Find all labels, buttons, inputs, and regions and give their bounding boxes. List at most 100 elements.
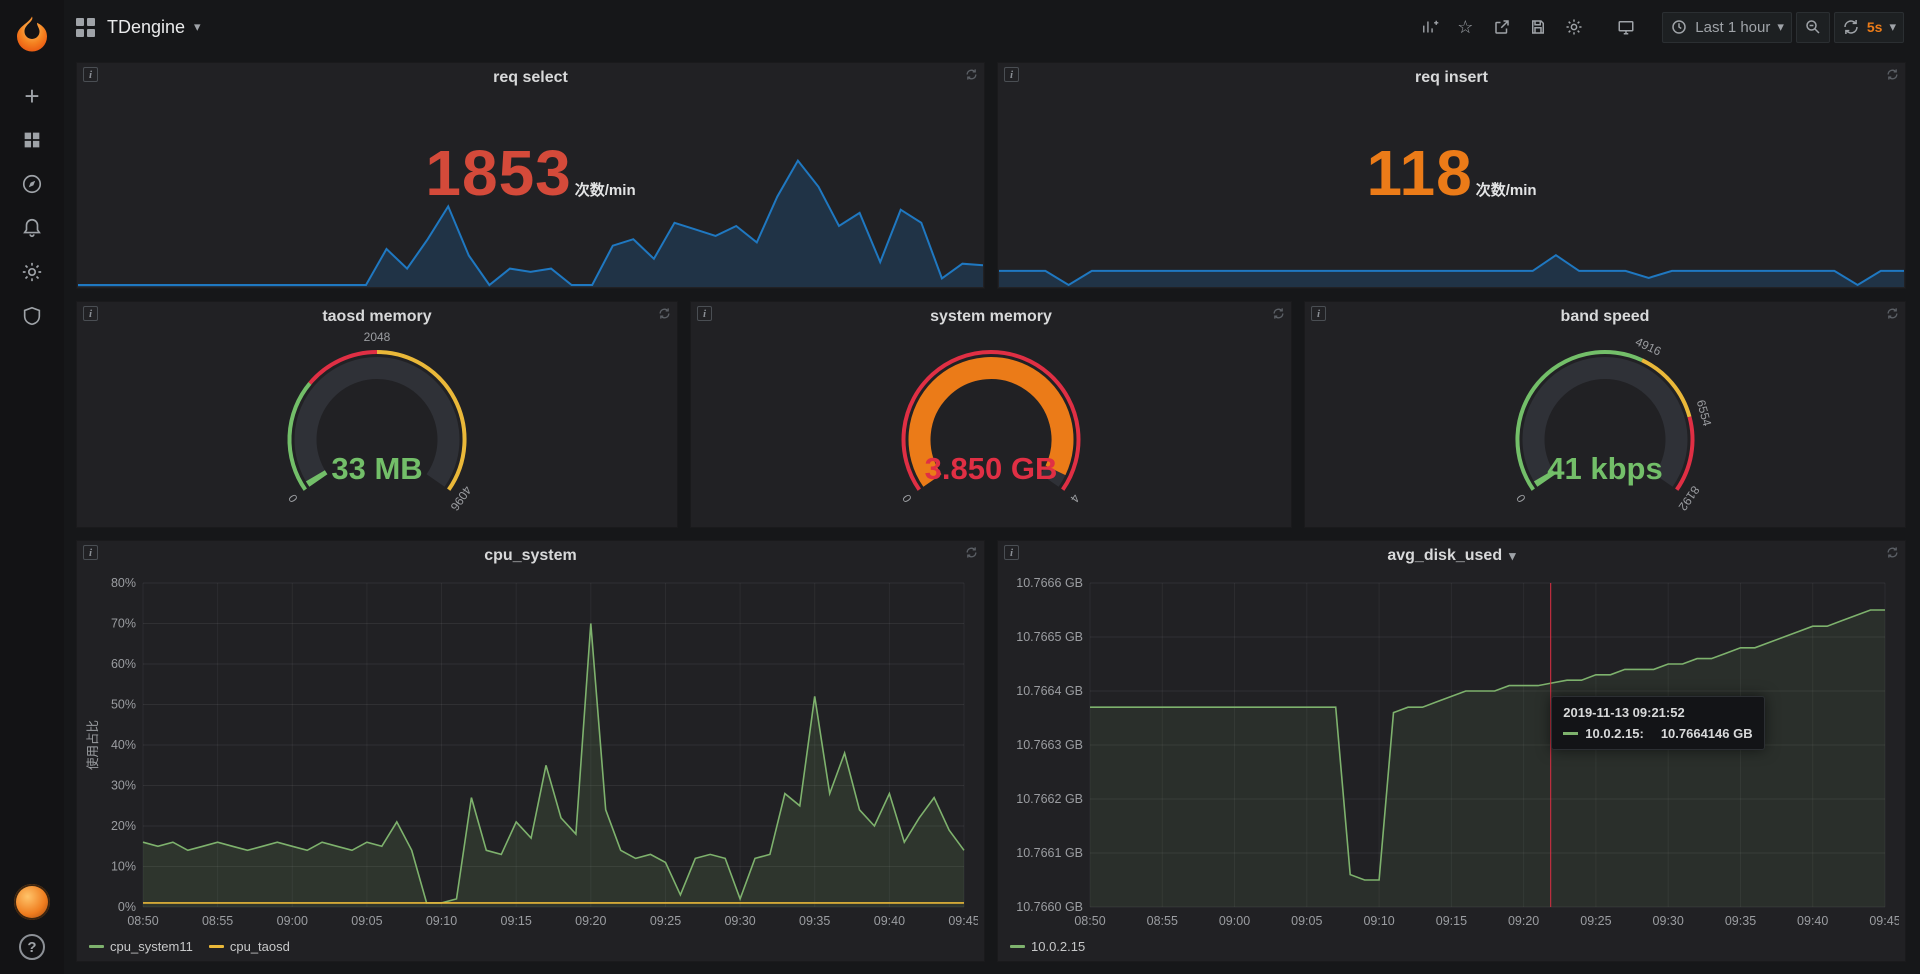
req-select-value: 1853 [425,137,571,209]
svg-text:09:00: 09:00 [1219,914,1250,928]
svg-text:09:10: 09:10 [426,914,457,928]
alerting-bell-icon[interactable] [9,206,55,250]
panel-title-text: cpu_system [484,547,577,565]
time-range-label: Last 1 hour [1695,19,1770,36]
svg-text:08:55: 08:55 [202,914,233,928]
time-range-picker[interactable]: Last 1 hour ▾ [1662,12,1792,43]
svg-text:10.7665 GB: 10.7665 GB [1016,630,1083,644]
panel-title-text: taosd memory [322,308,431,326]
configuration-gear-icon[interactable] [9,250,55,294]
svg-text:10.7661 GB: 10.7661 GB [1016,846,1083,860]
grafana-logo[interactable] [12,14,52,54]
panel-info-icon[interactable]: i [1004,67,1019,82]
panel-info-icon[interactable]: i [1004,545,1019,560]
svg-text:09:30: 09:30 [1653,914,1684,928]
star-icon[interactable]: ☆ [1450,11,1482,43]
req-select-unit: 次数/min [575,182,636,199]
svg-text:10.7664 GB: 10.7664 GB [1016,684,1083,698]
panel-menu-caret-icon[interactable]: ▾ [1509,548,1516,564]
svg-text:4: 4 [1067,492,1082,506]
panel-title-req-insert[interactable]: req insert [998,63,1905,93]
panel-req-insert: i req insert 118次数/min [997,62,1906,289]
dashboards-icon[interactable] [9,118,55,162]
panel-loading-icon [965,68,978,86]
svg-text:09:20: 09:20 [1508,914,1539,928]
svg-text:60%: 60% [111,657,136,671]
panel-info-icon[interactable]: i [1311,306,1326,321]
svg-text:70%: 70% [111,617,136,631]
panel-loading-icon [1886,546,1899,564]
panel-info-icon[interactable]: i [83,67,98,82]
legend-item[interactable]: cpu_taosd [209,939,290,954]
svg-text:41 kbps: 41 kbps [1547,451,1662,486]
time-range-caret-icon: ▾ [1777,19,1784,35]
svg-text:08:55: 08:55 [1147,914,1178,928]
panel-title-avg-disk-used[interactable]: avg_disk_used ▾ [998,541,1905,571]
refresh-caret-icon: ▾ [1889,19,1896,35]
legend-series-swatch [209,945,224,948]
share-icon[interactable] [1486,11,1518,43]
dashboard-header: TDengine ▾ ☆ [64,0,1920,54]
info-glyph: i [703,308,706,320]
panel-system-memory: i system memory 043.850 GB [690,301,1292,528]
panel-title-req-select[interactable]: req select [77,63,984,93]
legend-series-name: cpu_system11 [110,939,193,954]
panel-loading-icon [1272,307,1285,325]
panel-avg-disk-used: i avg_disk_used ▾ 10.7660 GB10.7661 GB10… [997,540,1906,962]
create-plus-icon[interactable]: + [9,74,55,118]
panel-info-icon[interactable]: i [83,306,98,321]
tooltip-series-name: 10.0.2.15: [1585,726,1644,741]
panel-title-text: req insert [1415,69,1488,87]
svg-text:3.850 GB: 3.850 GB [925,451,1058,486]
svg-text:30%: 30% [111,779,136,793]
info-glyph: i [1010,547,1013,559]
svg-text:4916: 4916 [1633,335,1663,359]
info-glyph: i [1010,69,1013,81]
panel-req-select: i req select 1853次数/min [76,62,985,289]
panel-title-band-speed[interactable]: band speed [1305,302,1905,332]
zoom-out-icon[interactable] [1796,12,1830,43]
panel-title-cpu-system[interactable]: cpu_system [77,541,984,571]
info-glyph: i [1317,308,1320,320]
svg-text:09:00: 09:00 [277,914,308,928]
cpu-system-chart[interactable]: 0%10%20%30%40%50%60%70%80%08:5008:5509:0… [81,573,978,931]
svg-text:09:15: 09:15 [501,914,532,928]
avg-disk-used-legend: 10.0.2.15 [1010,936,1085,956]
legend-item[interactable]: cpu_system11 [89,939,193,954]
refresh-icon [1842,18,1860,36]
svg-text:6554: 6554 [1694,398,1715,428]
panel-taosd-memory: i taosd memory 02048409633 MB [76,301,678,528]
add-panel-icon[interactable] [1414,11,1446,43]
panel-title-taosd-memory[interactable]: taosd memory [77,302,677,332]
tooltip-series-value: 10.7664146 GB [1661,726,1753,741]
svg-text:09:45: 09:45 [1869,914,1899,928]
help-icon[interactable]: ? [19,934,45,960]
panel-loading-icon [1886,307,1899,325]
user-avatar[interactable] [14,884,50,920]
app-root: + ? TDengine ▾ [0,0,1920,974]
legend-item[interactable]: 10.0.2.15 [1010,939,1085,954]
panel-loading-icon [965,546,978,564]
explore-compass-icon[interactable] [9,162,55,206]
panel-info-icon[interactable]: i [83,545,98,560]
settings-gear-icon[interactable] [1558,11,1590,43]
panel-info-icon[interactable]: i [697,306,712,321]
dashboard-title[interactable]: TDengine ▾ [107,17,201,38]
save-icon[interactable] [1522,11,1554,43]
tv-mode-icon[interactable] [1610,11,1642,43]
svg-text:10.7662 GB: 10.7662 GB [1016,792,1083,806]
dashboard-grid: i req select 1853次数/min i req insert [64,54,1920,974]
dashboard-grid-icon[interactable] [76,18,95,37]
legend-series-swatch [89,945,104,948]
panel-title-system-memory[interactable]: system memory [691,302,1291,332]
avg-disk-used-chart[interactable]: 10.7660 GB 10.7661 GB 10.7662 GB 10.7663 GB… [1002,573,1899,931]
tooltip-timestamp: 2019-11-13 09:21:52 [1563,705,1752,720]
sidebar: + ? [0,0,64,974]
tooltip-series-swatch [1563,732,1578,735]
info-glyph: i [89,547,92,559]
server-admin-shield-icon[interactable] [9,294,55,338]
svg-text:10.7663 GB: 10.7663 GB [1016,738,1083,752]
refresh-button[interactable]: 5s ▾ [1834,12,1904,43]
legend-series-name: cpu_taosd [230,939,290,954]
svg-text:10.7660 GB: 10.7660 GB [1016,900,1083,914]
